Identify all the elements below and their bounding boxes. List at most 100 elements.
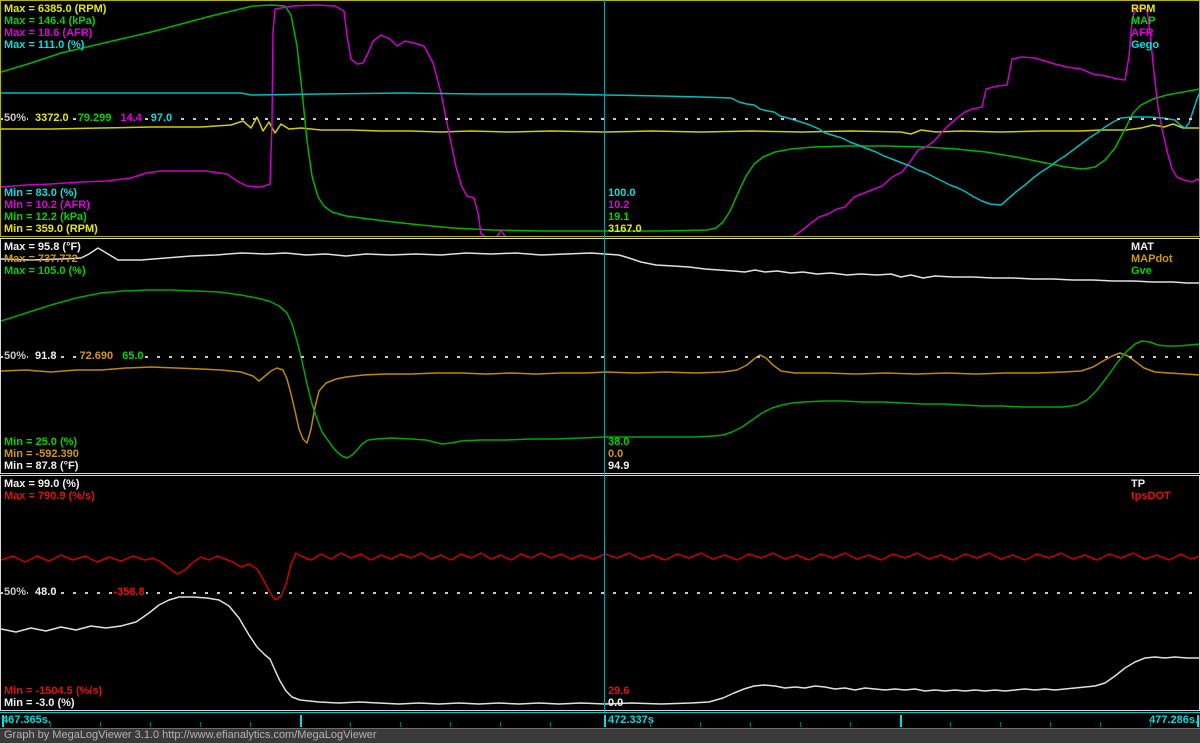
time-axis-minor-tick — [1000, 722, 1001, 727]
time-axis-minor-tick — [550, 722, 551, 727]
fifty-value-tpsdot: -356.8 — [112, 586, 146, 598]
cursor-value-mapdot: 0.0 — [608, 448, 624, 460]
time-axis-minor-tick — [500, 722, 501, 727]
cursor-value-gego: 100.0 — [608, 187, 636, 199]
time-axis-minor-tick — [700, 722, 701, 727]
min-label-tp: Min = -3.0 (%) — [4, 697, 75, 709]
max-label-gve: Max = 105.0 (%) — [4, 265, 86, 277]
legend-panel-2: MAT MAPdot Gve — [1131, 241, 1173, 277]
time-axis-minor-tick — [50, 722, 51, 727]
min-label-rpm: Min = 359.0 (RPM) — [4, 223, 98, 235]
time-axis-major-tick — [300, 715, 302, 727]
fifty-percent-caption: 50% — [3, 586, 28, 598]
time-axis-minor-tick — [100, 722, 101, 727]
fifty-value-mat: 91.8 — [34, 350, 58, 362]
time-cursor-line[interactable] — [604, 0, 605, 712]
fifty-value-gve: 65.0 — [121, 350, 145, 362]
time-axis-major-tick — [1197, 715, 1199, 727]
fifty-percent-caption: 50% — [3, 112, 28, 124]
max-labels-panel-1: Max = 6385.0 (RPM) Max = 146.4 (kPa) Max… — [4, 3, 106, 51]
time-axis-major-tick — [2, 715, 4, 727]
max-label-rpm: Max = 6385.0 (RPM) — [4, 3, 107, 15]
time-axis-major-tick — [900, 715, 902, 727]
max-label-mapdot: Max = 737.772 — [4, 253, 78, 265]
cursor-value-mat: 94.9 — [608, 460, 630, 472]
time-axis-minor-tick — [750, 722, 751, 727]
time-axis-minor-tick — [1150, 722, 1151, 727]
cursor-values-panel-1: 100.0 10.2 19.1 3167.0 — [608, 187, 642, 235]
legend-panel-3: TP tpsDOT — [1131, 478, 1171, 502]
cursor-value-tpsdot: 29.6 — [608, 685, 630, 697]
time-axis-minor-tick — [1050, 722, 1051, 727]
fifty-value-mapdot: 72.690 — [78, 350, 115, 362]
fifty-value-map: 79.299 — [76, 112, 113, 124]
max-labels-panel-3: Max = 99.0 (%) Max = 790.9 (%/s) — [4, 478, 95, 502]
panel-mat-mapdot-gve[interactable]: 50% 91.8 72.690 65.0 Max = 95.8 (°F) Max… — [0, 238, 1200, 474]
cursor-value-afr: 10.2 — [608, 199, 630, 211]
time-axis-minor-tick — [1100, 722, 1101, 727]
panel-tp-tpsdot[interactable]: 50% 48.0 -356.8 Max = 99.0 (%) Max = 790… — [0, 475, 1200, 711]
panel-rpm-map-afr-gego[interactable]: 50% 3372.0 79.299 14.4 97.0 Max = 6385.0… — [0, 0, 1200, 237]
cursor-value-rpm: 3167.0 — [608, 223, 642, 235]
min-label-mapdot: Min = -592.390 — [4, 448, 79, 460]
megalogviewer-graph-window: 50% 3372.0 79.299 14.4 97.0 Max = 6385.0… — [0, 0, 1200, 743]
time-axis-minor-tick — [200, 722, 201, 727]
time-axis-minor-tick — [650, 722, 651, 727]
min-labels-panel-2: Min = 25.0 (%) Min = -592.390 Min = 87.8… — [4, 436, 79, 472]
cursor-values-panel-3: 29.6 0.0 — [608, 685, 629, 709]
min-label-gego: Min = 83.0 (%) — [4, 187, 78, 199]
fifty-percent-caption: 50% — [3, 350, 28, 362]
fifty-percent-labels-panel-3: 50% 48.0 -356.8 — [3, 586, 146, 598]
cursor-value-map: 19.1 — [608, 211, 630, 223]
time-axis-minor-tick — [850, 722, 851, 727]
time-axis-minor-tick — [450, 722, 451, 727]
max-label-tpsdot: Max = 790.9 (%/s) — [4, 490, 95, 502]
max-label-mat: Max = 95.8 (°F) — [4, 241, 81, 253]
cursor-value-tp: 0.0 — [608, 697, 624, 709]
fifty-percent-labels-panel-1: 50% 3372.0 79.299 14.4 97.0 — [3, 112, 174, 124]
status-bar-text: Graph by MegaLogViewer 3.1.0 http://www.… — [4, 729, 377, 741]
min-labels-panel-1: Min = 83.0 (%) Min = 10.2 (AFR) Min = 12… — [4, 187, 98, 235]
legend-item-rpm: RPM — [1131, 3, 1156, 15]
max-label-afr: Max = 18.6 (AFR) — [4, 27, 93, 39]
time-axis-minor-tick — [350, 722, 351, 727]
fifty-percent-line-panel-3 — [1, 592, 1199, 594]
legend-item-tp: TP — [1131, 478, 1146, 490]
time-axis-minor-tick — [250, 722, 251, 727]
legend-item-gego: Gego — [1131, 39, 1160, 51]
time-axis-minor-tick — [950, 722, 951, 727]
legend-item-tpsdot: tpsDOT — [1131, 490, 1171, 502]
fifty-value-gego: 97.0 — [149, 112, 174, 124]
max-label-tp: Max = 99.0 (%) — [4, 478, 80, 490]
min-labels-panel-3: Min = -1504.5 (%/s) Min = -3.0 (%) — [4, 685, 102, 709]
legend-item-map: MAP — [1131, 15, 1156, 27]
fifty-percent-line-panel-1 — [1, 118, 1199, 120]
cursor-value-gve: 38.0 — [608, 436, 630, 448]
fifty-value-rpm: 3372.0 — [34, 112, 70, 124]
time-axis-minor-tick — [150, 722, 151, 727]
fifty-percent-line-panel-2 — [1, 356, 1199, 358]
legend-item-gve: Gve — [1131, 265, 1152, 277]
fifty-value-tp: 48.0 — [34, 586, 58, 598]
max-labels-panel-2: Max = 95.8 (°F) Max = 737.772 Max = 105.… — [4, 241, 86, 277]
min-label-gve: Min = 25.0 (%) — [4, 436, 78, 448]
fifty-percent-labels-panel-2: 50% 91.8 72.690 65.0 — [3, 350, 145, 362]
max-label-map: Max = 146.4 (kPa) — [4, 15, 96, 27]
time-axis-major-tick — [604, 715, 606, 727]
min-label-map: Min = 12.2 (kPa) — [4, 211, 87, 223]
legend-item-afr: AFR — [1131, 27, 1154, 39]
time-label-start: 467.365s. — [2, 714, 51, 726]
time-axis: 467.365s. 472.337s 477.286s. — [0, 712, 1200, 728]
legend-item-mat: MAT — [1131, 241, 1155, 253]
max-label-gego: Max = 111.0 (%) — [4, 39, 85, 51]
min-label-tpsdot: Min = -1504.5 (%/s) — [4, 685, 103, 697]
min-label-afr: Min = 10.2 (AFR) — [4, 199, 90, 211]
min-label-mat: Min = 87.8 (°F) — [4, 460, 79, 472]
time-axis-minor-tick — [400, 722, 401, 727]
legend-panel-1: RPM MAP AFR Gego — [1131, 3, 1159, 51]
cursor-values-panel-2: 38.0 0.0 94.9 — [608, 436, 629, 472]
time-axis-minor-tick — [800, 722, 801, 727]
legend-item-mapdot: MAPdot — [1131, 253, 1173, 265]
fifty-value-afr: 14.4 — [119, 112, 143, 124]
time-label-end: 477.286s. — [1149, 714, 1198, 726]
